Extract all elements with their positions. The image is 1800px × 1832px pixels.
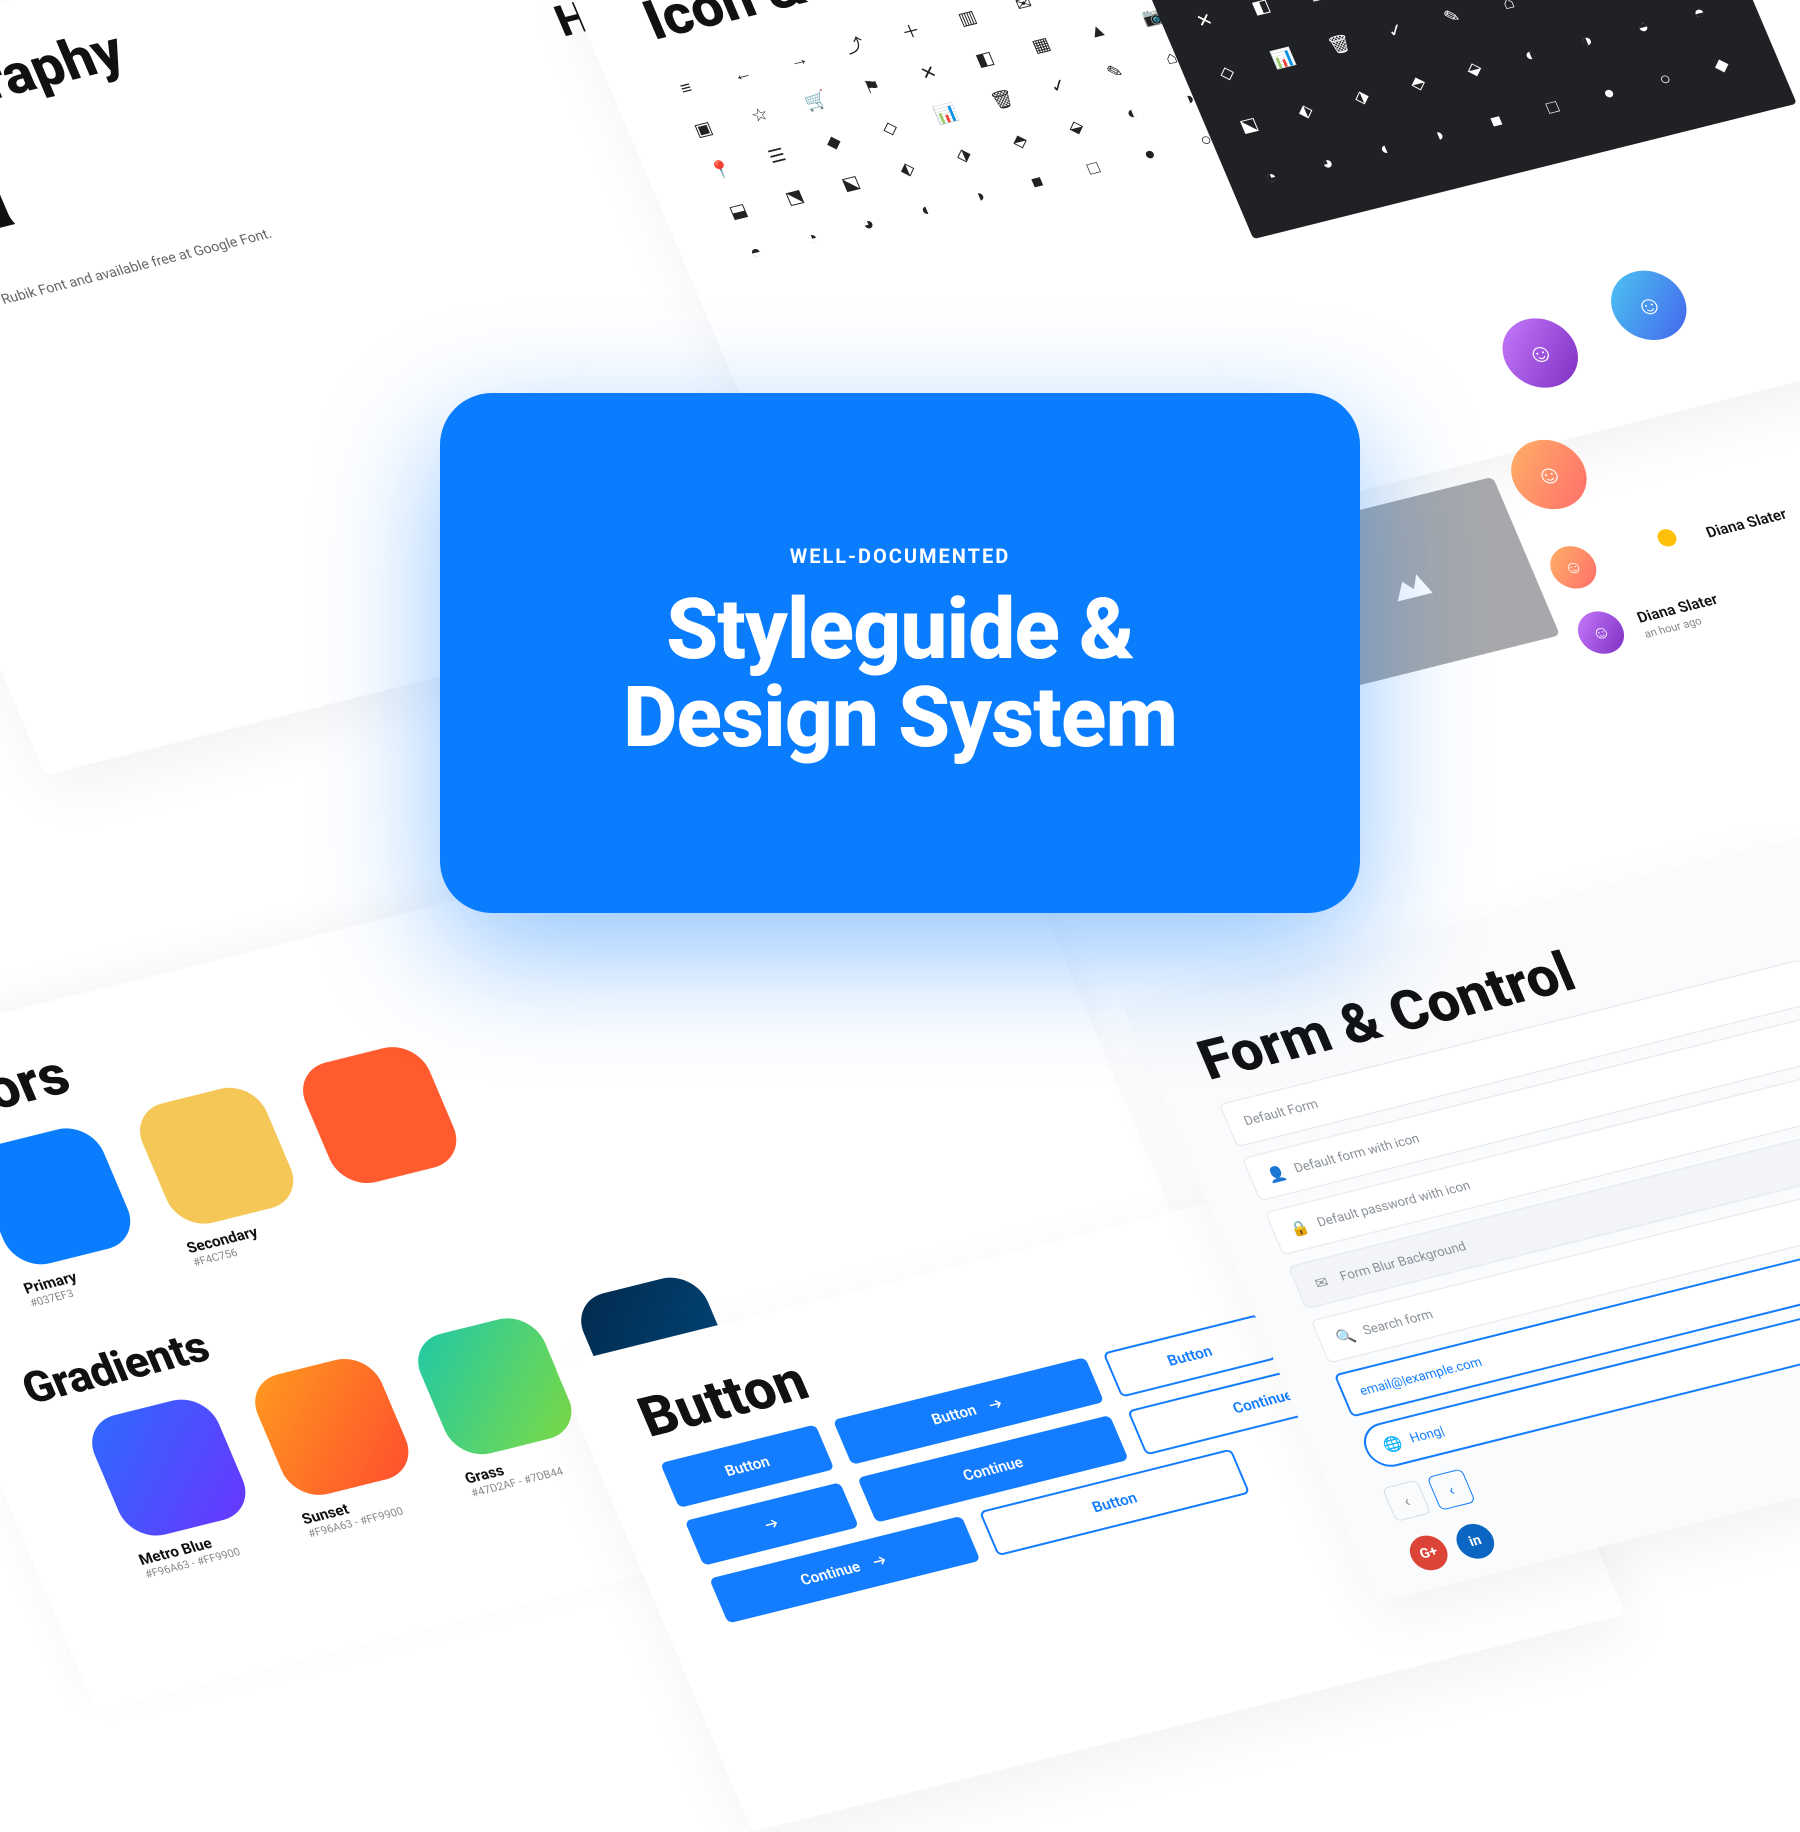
glyph-icon: ＋ [896, 20, 926, 46]
glyph-icon: ⬘ [1005, 129, 1035, 155]
search-icon: 🔍 [1333, 1327, 1355, 1346]
glyph-icon: ⚑ [858, 75, 888, 101]
glyph-icon: ◐ [1118, 101, 1148, 127]
glyph-icon: ◗ [966, 184, 996, 210]
glyph-icon: □ [1079, 156, 1109, 182]
glyph-icon: ▦ [1026, 33, 1056, 59]
glyph-icon: ▥ [953, 6, 983, 32]
page-prev[interactable]: ‹ [1382, 1480, 1431, 1522]
glyph-icon: ◐ [1516, 43, 1546, 69]
glyph-icon: ← [728, 62, 758, 88]
user-icon: 👤 [1264, 1164, 1286, 1183]
swatch: Sunset#F96A63 - #FF9900 [244, 1352, 435, 1540]
glyph-icon: ■ [1022, 170, 1052, 196]
globe-icon: 🌐 [1380, 1434, 1402, 1453]
swatch: Secondary#F4C756 [129, 1081, 320, 1269]
page-prev-active[interactable]: ‹ [1427, 1468, 1476, 1510]
swatch: Grass#47D2AF - #7DB44 [407, 1311, 598, 1499]
glyph-icon: ▲ [1083, 19, 1113, 45]
glyph-icon: ◓ [741, 240, 771, 266]
glyph-icon: ⬗ [949, 143, 979, 169]
hero-card: WELL-DOCUMENTED Styleguide & Design Syst… [440, 393, 1360, 913]
glyph-icon: ⬙ [1061, 115, 1091, 141]
glyph-icon: 🗑 [988, 88, 1018, 114]
glyph-icon: ◆ [1707, 53, 1737, 79]
hero-title: Styleguide & Design System [623, 586, 1177, 762]
glyph-icon: ⌂ [1494, 0, 1524, 16]
glyph-icon: ⬕ [836, 171, 866, 197]
glyph-icon: ✓ [1044, 74, 1074, 100]
glyph-icon: ◒ [1628, 15, 1658, 41]
glyph-icon: ⬒ [1550, 0, 1580, 2]
glyph-icon: ✉ [1009, 0, 1039, 18]
glyph-icon: ◕ [1313, 151, 1343, 177]
font-specimen: Aa Rubik Bookify using Rubik Font and av… [0, 81, 332, 464]
swatch: Primary#037EF3 [0, 1121, 157, 1309]
glyph-icon: □ [1538, 95, 1568, 121]
glyph-icon: ● [1594, 81, 1624, 107]
glyph-icon: ◓ [1684, 1, 1714, 27]
glyph-icon: ≡ [671, 76, 701, 102]
avatar: ☺ [1491, 311, 1589, 396]
glyph-icon: ⬖ [1291, 99, 1321, 125]
hero-eyebrow: WELL-DOCUMENTED [790, 544, 1011, 568]
glyph-icon: ◔ [1256, 165, 1286, 191]
glyph-icon: ◧ [1246, 0, 1276, 20]
mountain-icon [1385, 566, 1436, 604]
glyph-icon: ✕ [1190, 8, 1220, 34]
glyph-icon: ⬖ [892, 157, 922, 183]
glyph-icon: ■ [1482, 109, 1512, 135]
glyph-icon: 📊 [931, 102, 961, 128]
glyph-icon: ◗ [1425, 123, 1455, 149]
icon-grid-dark: ▥✉🔒🔍⬤▣☆🛒⚑✕◧▦▲📷👤📍☰◆◇📊🗑✓✎⌂⬒⬓⬔⬕⬖⬗⬘⬙◐◑◒◓◔◕◖◗… [1127, 0, 1797, 239]
glyph-icon: ◇ [875, 116, 905, 142]
glyph-icon: ⬗ [1347, 85, 1377, 111]
glyph-icon: ⬙ [1459, 57, 1489, 83]
avatar-name: Diana Slater [1703, 505, 1789, 541]
glyph-icon: 📊 [1268, 47, 1298, 73]
swatch: Metro Blue#F96A63 - #FF9900 [81, 1392, 272, 1580]
glyph-icon: ✕ [914, 61, 944, 87]
glyph-icon: ⬓ [724, 199, 754, 225]
glyph-icon: ◖ [1369, 137, 1399, 163]
glyph-icon: ☰ [762, 144, 792, 170]
mail-icon: ✉ [1310, 1272, 1332, 1291]
glyph-icon: ⤴ [840, 34, 870, 60]
avatar: ☺ [1543, 542, 1603, 594]
glyph-icon: ▦ [1303, 0, 1333, 6]
glyph-icon: ✎ [1437, 4, 1467, 30]
glyph-icon: ◇ [1212, 61, 1242, 87]
google-plus-button[interactable]: G+ [1404, 1532, 1453, 1574]
glyph-icon: ● [1135, 142, 1165, 168]
glyph-icon: ⬕ [1234, 113, 1264, 139]
glyph-icon: 🛒 [801, 89, 831, 115]
arrow-right-icon [868, 1550, 893, 1571]
glyph-icon: ✓ [1381, 19, 1411, 45]
arrow-right-icon [984, 1394, 1009, 1415]
lock-icon: 🔒 [1287, 1218, 1309, 1237]
glyph-icon: ◖ [910, 198, 940, 224]
glyph-icon: ◑ [1572, 29, 1602, 55]
glyph-icon: ◕ [854, 212, 884, 238]
avatar: ☺ [1571, 607, 1631, 659]
linkedin-button[interactable]: in [1451, 1520, 1500, 1562]
glyph-icon: ⬔ [780, 185, 810, 211]
glyph-icon: ◔ [797, 226, 827, 252]
glyph-icon: ▣ [689, 117, 719, 143]
swatch [292, 1040, 483, 1228]
glyph-icon: ☆ [745, 103, 775, 129]
glyph-icon: 📍 [706, 158, 736, 184]
glyph-icon: 🗑 [1325, 33, 1355, 59]
glyph-icon: ○ [1650, 67, 1680, 93]
glyph-icon: ◧ [970, 47, 1000, 73]
arrow-right-icon [760, 1513, 785, 1534]
avatar: ☺ [1500, 432, 1598, 517]
glyph-icon: ✎ [1100, 60, 1130, 86]
glyph-icon: ⬘ [1403, 71, 1433, 97]
notification-badge [1652, 525, 1682, 551]
glyph-icon: 🔒 [1065, 0, 1095, 3]
glyph-icon: → [784, 48, 814, 74]
glyph-icon: ◆ [819, 130, 849, 156]
